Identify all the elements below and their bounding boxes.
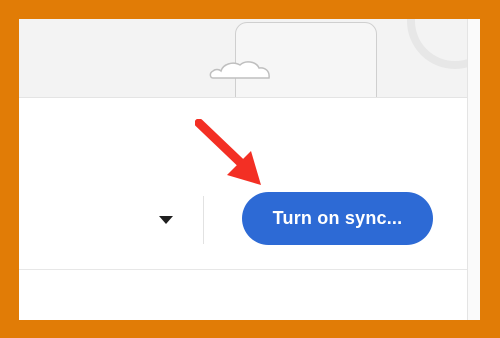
cloud-icon bbox=[209, 61, 270, 79]
screenshot-frame: Turn on sync... bbox=[0, 0, 500, 338]
turn-on-sync-button[interactable]: Turn on sync... bbox=[242, 192, 433, 245]
toolbar-divider bbox=[203, 196, 204, 244]
browser-profile-panel: Turn on sync... bbox=[19, 19, 480, 320]
caret-down-icon[interactable] bbox=[159, 216, 173, 224]
arrow-icon bbox=[195, 119, 261, 185]
section-divider bbox=[19, 269, 480, 270]
profile-banner bbox=[19, 19, 480, 98]
scrollbar[interactable] bbox=[467, 19, 480, 320]
